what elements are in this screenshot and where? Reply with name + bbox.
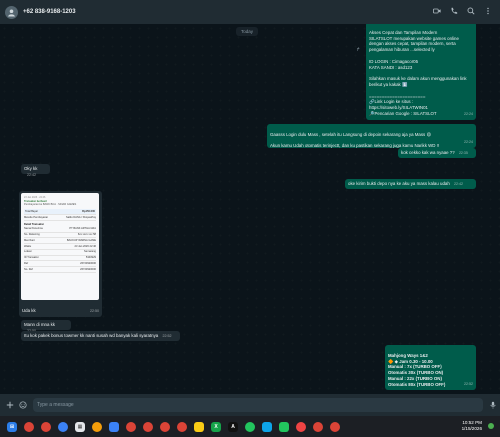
chat-pane[interactable]: Today ↱ Akses Cepat dan Tampilan Modern …: [0, 24, 500, 394]
avatar[interactable]: [5, 5, 18, 19]
taskbar: ⊞ ▦ X A 10:52 PM 1/15/2026: [0, 416, 500, 437]
message-bubble-question[interactable]: kok cekko kak wa nyaae ?? 22:35: [398, 148, 476, 158]
emoji-icon[interactable]: [19, 401, 27, 409]
message-text: Itu kok pakek bonus towmer kk nanti susa…: [24, 333, 159, 338]
chrome-icon[interactable]: [126, 421, 136, 432]
receipt-total-label: Total Bayar: [25, 209, 38, 213]
chrome-icon[interactable]: [160, 421, 170, 432]
receipt-value: 26723920000: [80, 262, 96, 266]
app-icon[interactable]: A: [228, 421, 238, 432]
chrome-icon[interactable]: [177, 421, 187, 432]
chrome-icon[interactable]: [330, 421, 340, 432]
message-composer: [0, 394, 500, 416]
app-icon[interactable]: [296, 421, 306, 432]
person-icon: [8, 8, 15, 17]
start-icon[interactable]: ⊞: [7, 421, 17, 432]
receipt-key: Waktu: [24, 244, 32, 248]
message-text: kok cekko kak wa nyaae ??: [401, 150, 455, 155]
receipt-method-label: Metode Pembayaran: [24, 215, 49, 219]
forward-icon[interactable]: ↱: [356, 47, 360, 53]
receipt-key: Merchant: [24, 238, 35, 242]
receipt-total-row: Total Bayar Rp150.000: [24, 208, 96, 216]
message-input[interactable]: [33, 398, 483, 412]
message-bubble-login-info[interactable]: Akses Cepat dan Tampilan Modern SILATSLO…: [366, 24, 476, 120]
receipt-key: Lokasi: [24, 250, 32, 254]
browser-icon[interactable]: [58, 421, 68, 432]
message-text: Gaasss Login dulu Mass , setelah itu Lan…: [270, 131, 440, 149]
receipt-value: 26723920000: [80, 267, 96, 271]
receipt-method-row: Metode Pembayaran Saldo DANA / ShopeePay: [24, 215, 96, 222]
video-call-icon[interactable]: [433, 7, 441, 15]
receipt-value: 23 Jan 2026 22:46: [74, 244, 97, 248]
system-clock[interactable]: 10:52 PM 1/15/2026: [462, 420, 482, 432]
chrome-icon[interactable]: [143, 421, 153, 432]
message-time: 22:42: [27, 172, 36, 177]
notification-icon[interactable]: [488, 423, 494, 429]
chrome-icon[interactable]: [41, 421, 51, 432]
calendar-icon[interactable]: ▦: [75, 421, 85, 432]
message-bubble-send-proof[interactable]: oke kirim bukti depo nya ke aku ya mass …: [345, 179, 476, 189]
folder-icon[interactable]: [92, 421, 102, 432]
message-time: 22:52: [464, 382, 473, 387]
receipt-key: No. Ref: [24, 267, 33, 271]
message-text: oke kirim bukti depo nya ke aku ya mass …: [348, 181, 450, 186]
message-time: 22:24: [464, 140, 473, 145]
voice-call-icon[interactable]: [450, 7, 458, 15]
chrome-icon[interactable]: [313, 421, 323, 432]
chat-header: +62 838-9168-1203: [0, 0, 500, 24]
message-bubble-login-instruction[interactable]: Gaasss Login dulu Mass , setelah itu Lan…: [267, 124, 476, 148]
receipt-key: Ref: [24, 262, 29, 266]
chrome-icon[interactable]: [24, 421, 34, 432]
message-bubble-receipt-image[interactable]: 23 Jan 2026 · 22:46 Transaksi berhasil P…: [19, 191, 102, 317]
message-text: Uda kk: [22, 308, 36, 314]
receipt-key: Nama Penerima: [24, 227, 43, 231]
receipt-value: Semarang: [84, 250, 96, 254]
clock-date: 1/15/2026: [461, 426, 482, 431]
message-bubble-mahjong-schedule[interactable]: Mahjong Ways 1&2 🔶 ◆ Jam 0.30 - 10.00 Ma…: [385, 345, 476, 390]
menu-icon[interactable]: [484, 7, 492, 15]
app-icon[interactable]: [262, 421, 272, 432]
message-time: 22:42: [454, 182, 464, 186]
search-icon[interactable]: [467, 7, 475, 15]
receipt-value: 6xx xxxx xxx 58: [77, 233, 96, 237]
line-icon[interactable]: [279, 421, 289, 432]
receipt-row: No. Ref 26723920000: [24, 267, 96, 273]
contact-name[interactable]: +62 838-9168-1203: [23, 9, 76, 15]
message-bubble-bonus-question[interactable]: Itu kok pakek bonus towmer kk nanti susa…: [21, 331, 180, 341]
receipt-value: PT BANK ARTHA GRA: [69, 227, 96, 231]
receipt-bank: Pembayaran ke BANK BCA · SINAR GAMES: [24, 203, 77, 207]
message-text: Mann di mna kk: [24, 322, 55, 327]
receipt-key: ID Transaksi: [24, 256, 39, 260]
edge-icon[interactable]: [109, 421, 119, 432]
message-text: Akses Cepat dan Tampilan Modern SILATSLO…: [369, 29, 467, 116]
message-time: 22:35: [458, 151, 468, 155]
message-time: 22:50: [90, 309, 99, 314]
day-divider: Today: [236, 27, 259, 36]
receipt-image[interactable]: 23 Jan 2026 · 22:46 Transaksi berhasil P…: [21, 193, 99, 300]
message-text: Mahjong Ways 1&2 🔶 ◆ Jam 0.30 - 10.00 Ma…: [388, 352, 446, 387]
microphone-icon[interactable]: [489, 401, 497, 409]
receipt-value: BACKUP WARNA GAME: [66, 238, 96, 242]
message-text: Oky kk: [24, 166, 38, 171]
notes-icon[interactable]: [194, 421, 204, 432]
excel-icon[interactable]: X: [211, 421, 221, 432]
message-time: 22:52: [162, 334, 172, 338]
message-bubble-mann[interactable]: Mann di mna kk 22:50: [21, 320, 71, 333]
receipt-key: No. Rekening: [24, 233, 40, 237]
receipt-value: 5340929: [85, 256, 96, 260]
whatsapp-icon[interactable]: [245, 421, 255, 432]
attach-icon[interactable]: [6, 401, 14, 409]
message-time: 22:24: [464, 112, 473, 117]
message-bubble-oky[interactable]: Oky kk 22:42: [21, 164, 50, 177]
receipt-method-value: Saldo DANA / ShopeePay: [66, 215, 96, 219]
receipt-total-value: Rp150.000: [82, 209, 95, 213]
